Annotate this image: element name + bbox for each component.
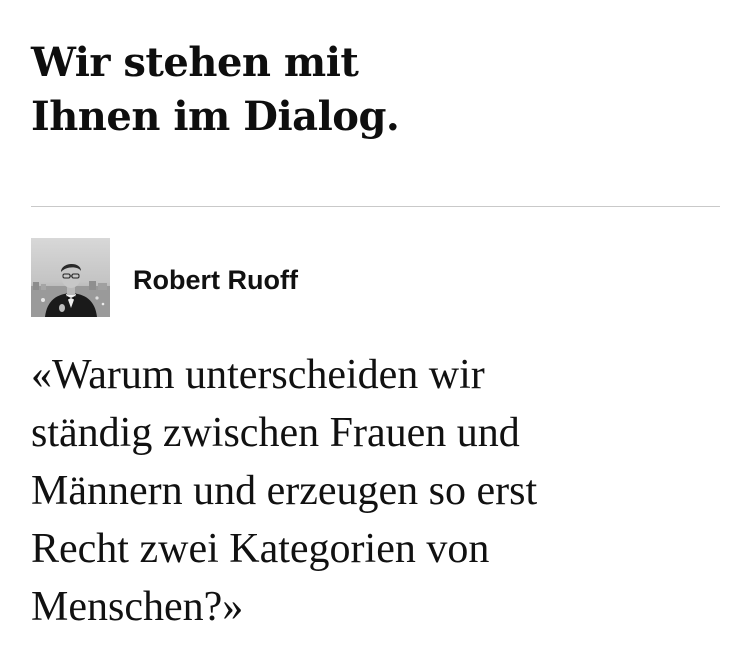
avatar — [31, 238, 110, 317]
page: Wir stehen mit Ihnen im Dialog. Robert R… — [0, 0, 750, 651]
quote-text: «Warum unterscheiden wir ständig zwische… — [31, 346, 721, 636]
author-row: Robert Ruoff — [31, 238, 531, 318]
portrait-photo-icon — [31, 238, 110, 317]
page-title-line: Wir stehen mit — [31, 39, 359, 86]
quote-line: «Warum unterscheiden wir — [31, 352, 485, 398]
page-title-line: Ihnen im Dialog. — [31, 93, 400, 140]
quote-line: Menschen?» — [31, 584, 244, 630]
page-title: Wir stehen mit Ihnen im Dialog. — [31, 36, 591, 144]
author-name: Robert Ruoff — [133, 265, 298, 295]
quote-line: ständig zwischen Frauen und — [31, 410, 520, 456]
quote-line: Männern und erzeugen so erst — [31, 468, 538, 514]
quote-line: Recht zwei Kategorien von — [31, 526, 490, 572]
divider — [31, 206, 720, 207]
